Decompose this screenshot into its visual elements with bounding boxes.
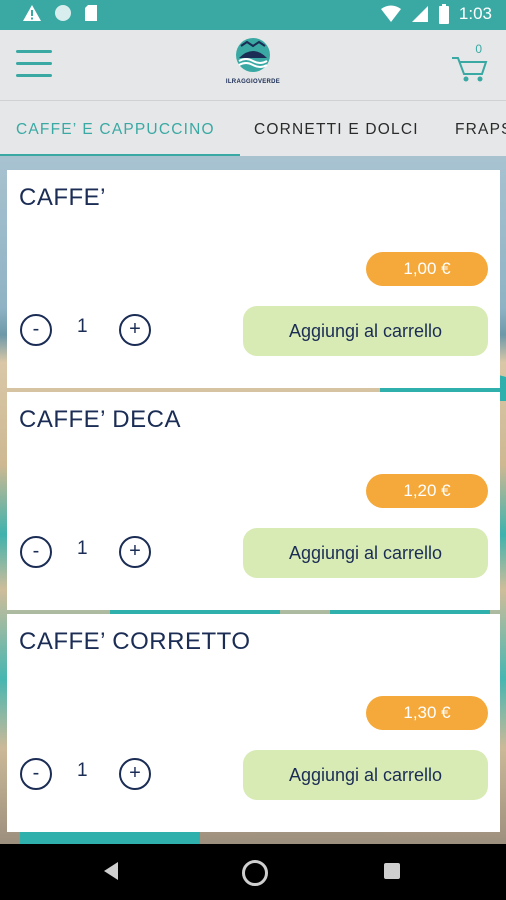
product-card: CAFFE’ CORRETTO 1,30 € - 1 + Aggiungi al… xyxy=(7,614,500,832)
signal-icon xyxy=(411,6,428,22)
menu-icon-line xyxy=(16,62,52,65)
add-to-cart-button[interactable]: Aggiungi al carrello xyxy=(243,750,488,800)
back-icon[interactable] xyxy=(104,862,118,880)
product-card: CAFFE’ DECA 1,20 € - 1 + Aggiungi al car… xyxy=(7,392,500,610)
increase-quantity-button[interactable]: + xyxy=(119,314,151,346)
tab-fraps[interactable]: FRAPS xyxy=(455,121,506,139)
quantity-value: 1 xyxy=(77,316,88,337)
decrease-quantity-button[interactable]: - xyxy=(20,536,52,568)
logo-text: ILRAGGIOVERDE xyxy=(225,79,281,85)
product-price: 1,30 € xyxy=(366,696,488,730)
status-left-icons xyxy=(22,4,98,22)
cart-count: 0 xyxy=(475,42,482,56)
tab-cornetti-e-dolci[interactable]: CORNETTI E DOLCI xyxy=(254,121,419,139)
product-name: CAFFE’ CORRETTO xyxy=(19,628,251,655)
menu-icon-line xyxy=(16,74,52,77)
battery-icon xyxy=(438,4,449,24)
quantity-value: 1 xyxy=(77,760,88,781)
product-name: CAFFE’ DECA xyxy=(19,406,181,433)
product-price: 1,20 € xyxy=(366,474,488,508)
product-card: CAFFE’ 1,00 € - 1 + Aggiungi al carrello xyxy=(7,170,500,388)
category-tabs: CAFFE’ E CAPPUCCINO CORNETTI E DOLCI FRA… xyxy=(0,100,506,157)
add-to-cart-button[interactable]: Aggiungi al carrello xyxy=(243,306,488,356)
status-bar: 1:03 xyxy=(0,0,506,30)
home-icon[interactable] xyxy=(242,860,268,886)
cart-icon xyxy=(452,57,488,82)
decrease-quantity-button[interactable]: - xyxy=(20,314,52,346)
menu-button[interactable] xyxy=(16,48,54,80)
decrease-quantity-button[interactable]: - xyxy=(20,758,52,790)
status-right-icons: 1:03 xyxy=(380,4,492,24)
product-name: CAFFE’ xyxy=(19,184,106,211)
wifi-icon xyxy=(380,5,401,22)
circle-icon xyxy=(55,5,71,21)
tab-caffe-e-cappuccino[interactable]: CAFFE’ E CAPPUCCINO xyxy=(16,121,215,139)
app-bar: ILRAGGIOVERDE 0 xyxy=(0,30,506,100)
increase-quantity-button[interactable]: + xyxy=(119,758,151,790)
status-time: 1:03 xyxy=(458,4,492,23)
warning-icon xyxy=(23,5,41,21)
increase-quantity-button[interactable]: + xyxy=(119,536,151,568)
add-to-cart-button[interactable]: Aggiungi al carrello xyxy=(243,528,488,578)
logo: ILRAGGIOVERDE xyxy=(213,36,293,96)
menu-icon-line xyxy=(16,50,52,53)
cart-button[interactable]: 0 xyxy=(450,42,488,84)
logo-emblem-icon xyxy=(236,38,270,72)
system-nav-bar xyxy=(0,844,506,900)
recent-apps-icon[interactable] xyxy=(384,863,400,879)
product-price: 1,00 € xyxy=(366,252,488,286)
quantity-value: 1 xyxy=(77,538,88,559)
sd-card-icon xyxy=(85,5,97,21)
